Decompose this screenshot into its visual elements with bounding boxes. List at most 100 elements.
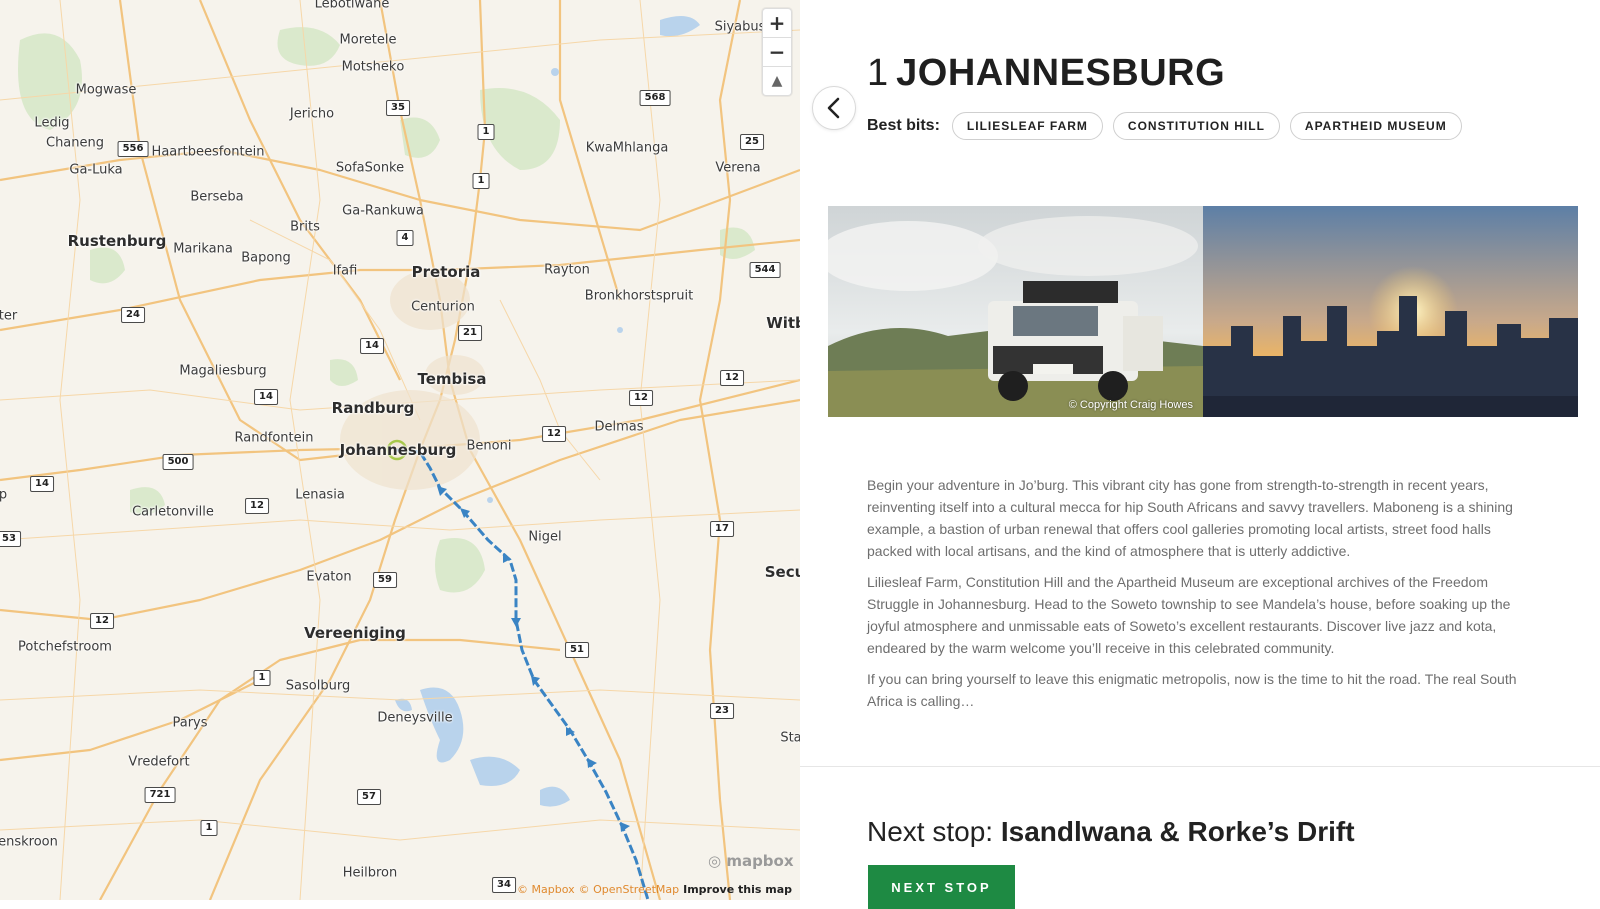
route-map[interactable]: Lebotlwane Siyabus Moretele Motshekо Mogwase… <box>0 0 800 900</box>
description-paragraph: Liliesleaf Farm, Constitution Hill and t… <box>867 574 1511 656</box>
mapbox-logo-text: mapbox <box>726 852 794 870</box>
map-place-label: Haartbeesfontein <box>151 144 265 160</box>
road-shield: 21 <box>458 325 482 341</box>
road-shield: 556 <box>117 141 149 157</box>
map-place-label: Ledig <box>34 115 70 131</box>
road-shield: 12 <box>629 390 653 406</box>
map-place-label: ter <box>0 308 18 324</box>
map-place-label: Rustenburg <box>67 232 167 250</box>
road-shield: 14 <box>254 389 278 405</box>
road-shield: 12 <box>90 613 114 629</box>
compass-button[interactable]: ▲ <box>763 67 791 95</box>
road-shield: 59 <box>373 572 397 588</box>
map-place-label: Lebotlwane <box>314 0 390 12</box>
road-shield: 53 <box>0 531 21 547</box>
map-place-label: Bronkhorstspruit <box>584 288 694 304</box>
map-place-label: Benoni <box>466 438 512 454</box>
road-shield: 23 <box>710 703 734 719</box>
road-shield: 12 <box>245 498 269 514</box>
map-place-label: Witb <box>766 314 800 332</box>
photo-skyline[interactable] <box>1203 206 1578 417</box>
map-place-label: Parys <box>172 715 208 731</box>
map-place-label: Heilbron <box>342 865 398 881</box>
map-place-label: Secu <box>764 563 800 581</box>
next-stop-button[interactable]: NEXT STOP <box>868 865 1015 909</box>
map-place-label: enskroon <box>0 834 58 850</box>
road-shield: 500 <box>162 454 194 470</box>
map-place-label: Bapong <box>241 250 291 266</box>
road-shield: 51 <box>565 642 589 658</box>
photo-gallery: © Copyright Craig Howes <box>828 206 1578 417</box>
zoom-controls: + − ▲ <box>762 8 792 96</box>
road-shield: 24 <box>121 307 145 323</box>
improve-map-link[interactable]: Improve this map <box>683 883 792 896</box>
map-place-label: Sasolburg <box>285 678 351 694</box>
road-shield: 4 <box>396 230 414 246</box>
map-place-label: Magaliesburg <box>179 363 267 379</box>
map-place-label: Ifafi <box>332 263 358 279</box>
map-place-label: Vredefort <box>128 754 190 770</box>
map-place-label: Centurion <box>411 299 475 315</box>
map-place-label: Ga-Luka <box>69 162 123 178</box>
map-place-label: Motshekо <box>341 59 405 75</box>
road-shield: 1 <box>200 820 218 836</box>
map-place-label: Randfontein <box>234 430 314 446</box>
road-shield: 35 <box>386 100 410 116</box>
map-place-label: Nigel <box>528 529 562 545</box>
next-stop-heading: Next stop: Isandlwana & Rorke’s Drift <box>867 816 1355 848</box>
mapbox-attribution-link[interactable]: © Mapbox <box>517 883 575 896</box>
photo-vehicle[interactable]: © Copyright Craig Howes <box>828 206 1203 417</box>
road-shield: 12 <box>542 426 566 442</box>
mapbox-logo[interactable]: ◎ mapbox <box>708 852 794 870</box>
map-place-label: Sta <box>780 730 800 746</box>
map-place-label: Mogwase <box>75 82 137 98</box>
best-bit-pill[interactable]: APARTHEID MUSEUM <box>1289 112 1462 140</box>
map-place-label: Berseba <box>190 189 244 205</box>
photo-caption: © Copyright Craig Howes <box>1068 399 1193 411</box>
stop-number: 1 <box>867 52 889 94</box>
vehicle-photo-image <box>828 206 1203 417</box>
road-shield: 25 <box>740 134 764 150</box>
chevron-left-icon <box>827 97 840 119</box>
next-stop-name: Isandlwana & Rorke’s Drift <box>1000 816 1355 847</box>
map-place-label: Siyabus <box>714 19 766 35</box>
zoom-out-button[interactable]: − <box>763 38 791 67</box>
stop-name: JOHANNESBURG <box>896 52 1226 94</box>
route-line <box>396 448 650 900</box>
map-place-label: Jericho <box>289 106 335 122</box>
description-paragraph: Begin your adventure in Jo’burg. This vi… <box>867 477 1513 559</box>
map-place-label: Carletonville <box>132 504 214 520</box>
map-place-label: Deneysville <box>377 710 453 726</box>
map-place-label: Rayton <box>544 262 590 278</box>
stop-description: Begin your adventure in Jo’burg. This vi… <box>867 474 1537 721</box>
best-bit-pill[interactable]: LILIESLEAF FARM <box>951 112 1103 140</box>
zoom-in-button[interactable]: + <box>763 9 791 38</box>
map-place-label: KwaMhlanga <box>585 140 669 156</box>
best-bits-label: Best bits: <box>867 117 940 134</box>
map-place-label: Tembisa <box>417 370 487 388</box>
road-shield: 14 <box>30 476 54 492</box>
road-shield: 14 <box>360 338 384 354</box>
map-place-label: Marikana <box>173 241 233 257</box>
map-place-label: Johannesburg <box>339 441 457 459</box>
road-shield: 34 <box>492 877 516 893</box>
road-shield: 1 <box>472 173 490 189</box>
skyline-photo-image <box>1203 206 1578 417</box>
map-place-label: Chaneng <box>45 135 105 151</box>
best-bit-pill[interactable]: CONSTITUTION HILL <box>1112 112 1280 140</box>
map-place-label: Verena <box>715 160 761 176</box>
map-place-label: Brits <box>290 219 320 235</box>
road-shield: 57 <box>357 789 381 805</box>
road-shield: 12 <box>720 370 744 386</box>
osm-attribution-link[interactable]: © OpenStreetMap <box>579 883 680 896</box>
map-place-label: Ga-Rankuwa <box>342 203 424 219</box>
next-stop-label: Next stop: <box>867 816 994 847</box>
page-title: 1 JOHANNESBURG <box>867 52 1225 95</box>
map-place-label: Delmas <box>594 419 644 435</box>
back-button[interactable] <box>812 86 856 130</box>
map-place-label: Pretoria <box>411 263 481 281</box>
map-place-label: p <box>0 487 8 503</box>
road-shield: 17 <box>710 521 734 537</box>
map-place-label: SofaSonke <box>335 160 405 176</box>
map-place-label: Potchefstroom <box>18 639 112 655</box>
